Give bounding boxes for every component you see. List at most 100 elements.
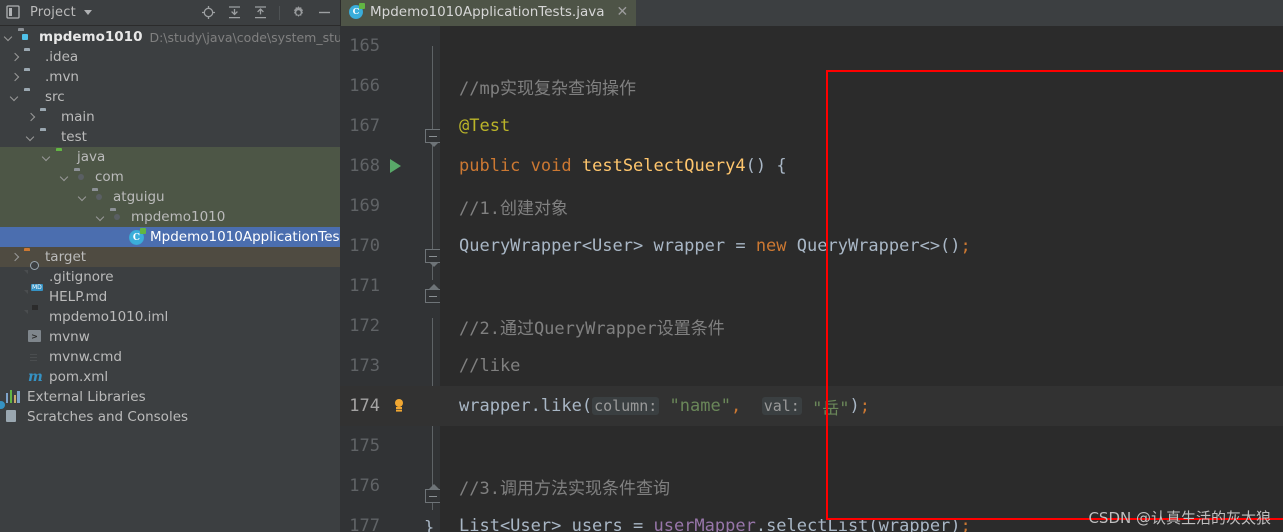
chevron-down-icon[interactable] [78, 192, 89, 203]
watermark-text: CSDN @认真生活的灰太狼 [1088, 509, 1271, 527]
intention-bulb-icon[interactable] [392, 399, 406, 413]
tree-row-mvnw-cmd[interactable]: mvnw.cmd [0, 347, 340, 367]
tree-row-test[interactable]: test [0, 127, 340, 147]
project-tree[interactable]: mpdemo1010 D:\study\java\code\system_stu… [0, 26, 340, 532]
locate-icon[interactable] [201, 5, 216, 20]
tree-item-label: target [45, 249, 87, 265]
gear-icon[interactable] [291, 5, 306, 20]
gutter-line: 167 [340, 106, 440, 146]
code-token: ; [960, 236, 971, 256]
tree-row-main[interactable]: main [0, 107, 340, 127]
tree-row-src[interactable]: src [0, 87, 340, 107]
code-token: testSelectQuery4 [581, 156, 746, 176]
test-source-folder-icon [56, 149, 72, 165]
tree-row-scratches-and-consoles[interactable]: Scratches and Consoles [0, 400, 340, 427]
code-token: userMapper [653, 516, 756, 532]
tree-item-label: src [45, 89, 65, 105]
chevron-down-icon[interactable] [83, 10, 92, 15]
param-hint-column: column: [592, 397, 660, 415]
tree-item-label: External Libraries [27, 389, 146, 405]
gutter-line: 165 [340, 26, 440, 66]
package-icon [110, 209, 126, 225]
tree-row-java[interactable]: java [0, 147, 340, 167]
code-line-166[interactable]: //mp实现复杂查询操作 [440, 66, 1283, 106]
editor-area: C Mpdemo1010ApplicationTests.java ✕ 165 … [340, 0, 1283, 532]
code-line-173[interactable]: //like [440, 346, 1283, 386]
line-number: 170 [349, 236, 380, 256]
tree-row-mvn[interactable]: .mvn [0, 67, 340, 87]
code-line-165[interactable] [440, 26, 1283, 66]
tree-row-com[interactable]: com [0, 167, 340, 187]
tree-row-atguigu[interactable]: atguigu [0, 187, 340, 207]
project-panel-header: Project [0, 0, 340, 26]
code-line-175[interactable] [440, 426, 1283, 466]
code-line-174[interactable]: wrapper.like( column: "name" , val: "岳" … [440, 386, 1283, 426]
code-token: "岳" [812, 398, 850, 419]
collapse-all-icon[interactable] [253, 5, 268, 20]
tree-item-label: mvnw [49, 329, 90, 345]
close-icon[interactable]: ✕ [616, 5, 628, 19]
tree-row-help-md[interactable]: MD HELP.md [0, 284, 340, 307]
tree-item-label: atguigu [113, 189, 165, 205]
code-line-168[interactable]: public void testSelectQuery4 () { [440, 146, 1283, 186]
tree-item-label: main [61, 109, 95, 125]
code-token: void [530, 156, 572, 176]
code-token: //1.创建对象 [459, 198, 568, 219]
tree-row-mpdemo1010-pkg[interactable]: mpdemo1010 [0, 207, 340, 227]
folder-icon [24, 89, 40, 105]
code-token: //mp实现复杂查询操作 [459, 78, 636, 99]
expand-all-icon[interactable] [227, 5, 242, 20]
gutter-line: 168 [340, 146, 440, 186]
tree-item-label: Mpdemo1010ApplicationTests [150, 229, 340, 245]
tree-item-label: com [95, 169, 124, 185]
chevron-right-icon[interactable] [10, 72, 21, 83]
tree-row-gitignore[interactable]: .gitignore [0, 261, 340, 287]
chevron-down-icon[interactable] [60, 172, 71, 183]
tree-item-label: mvnw.cmd [49, 349, 122, 365]
maven-pom-icon: m [28, 369, 43, 385]
code-line-172[interactable]: //2.通过QueryWrapper设置条件 [440, 306, 1283, 346]
tree-row-iml[interactable]: mpdemo1010.iml [0, 305, 340, 327]
gutter-closing-brace: } [424, 518, 435, 532]
project-root-path: D:\study\java\code\system_study\mpd [149, 29, 340, 45]
tree-row-mpdemo1010[interactable]: mpdemo1010 D:\study\java\code\system_stu… [0, 27, 340, 47]
minimize-icon[interactable] [317, 5, 332, 20]
tree-row-pom-xml[interactable]: m pom.xml [0, 367, 340, 387]
code-token: () { [745, 156, 787, 176]
tree-row-Mpdemo1010ApplicationTests[interactable]: C Mpdemo1010ApplicationTests [0, 227, 340, 247]
tree-item-label: .mvn [45, 69, 79, 85]
chevron-down-icon[interactable] [4, 32, 15, 43]
tree-item-label: mpdemo1010.iml [49, 309, 169, 325]
tree-row-target[interactable]: target [0, 247, 340, 267]
editor-tabbar: C Mpdemo1010ApplicationTests.java ✕ [340, 0, 1283, 26]
tree-row-mvnw[interactable]: > mvnw [0, 327, 340, 347]
code-token: .selectList(wrapper) [755, 516, 961, 532]
code-line-171[interactable] [440, 266, 1283, 306]
code-line-169[interactable]: //1.创建对象 [440, 186, 1283, 226]
tree-row-idea[interactable]: .idea [0, 47, 340, 67]
code-token: //3.调用方法实现条件查询 [459, 478, 670, 499]
code-token: wrapper.like( [459, 396, 593, 416]
chevron-right-icon[interactable] [10, 252, 21, 263]
line-number: 173 [349, 356, 380, 376]
iml-file-icon [28, 305, 44, 325]
tree-row-external-libraries[interactable]: External Libraries [0, 387, 340, 407]
run-test-icon[interactable] [390, 159, 401, 173]
code-line-167[interactable]: @Test [440, 106, 1283, 146]
chevron-right-icon[interactable] [10, 52, 21, 63]
chevron-right-icon[interactable] [26, 112, 37, 123]
java-class-icon: C [129, 228, 146, 245]
code-token: //like [459, 356, 521, 376]
chevron-down-icon[interactable] [42, 152, 53, 163]
editor-gutter[interactable]: 165 166 167 168 169 170 171 172 173 174 … [340, 26, 441, 532]
scratches-icon [0, 400, 22, 425]
project-panel-title[interactable]: Project [4, 4, 92, 21]
line-number: 165 [349, 36, 380, 56]
chevron-down-icon[interactable] [26, 132, 37, 143]
tab-Mpdemo1010ApplicationTests[interactable]: C Mpdemo1010ApplicationTests.java ✕ [340, 0, 637, 26]
code-line-176[interactable]: //3.调用方法实现条件查询 [440, 466, 1283, 506]
chevron-down-icon[interactable] [10, 92, 21, 103]
code-line-170[interactable]: QueryWrapper<User> wrapper = new QueryWr… [440, 226, 1283, 266]
chevron-down-icon[interactable] [96, 212, 107, 223]
code-content[interactable]: //mp实现复杂查询操作 @Test public void testSelec… [440, 26, 1283, 532]
